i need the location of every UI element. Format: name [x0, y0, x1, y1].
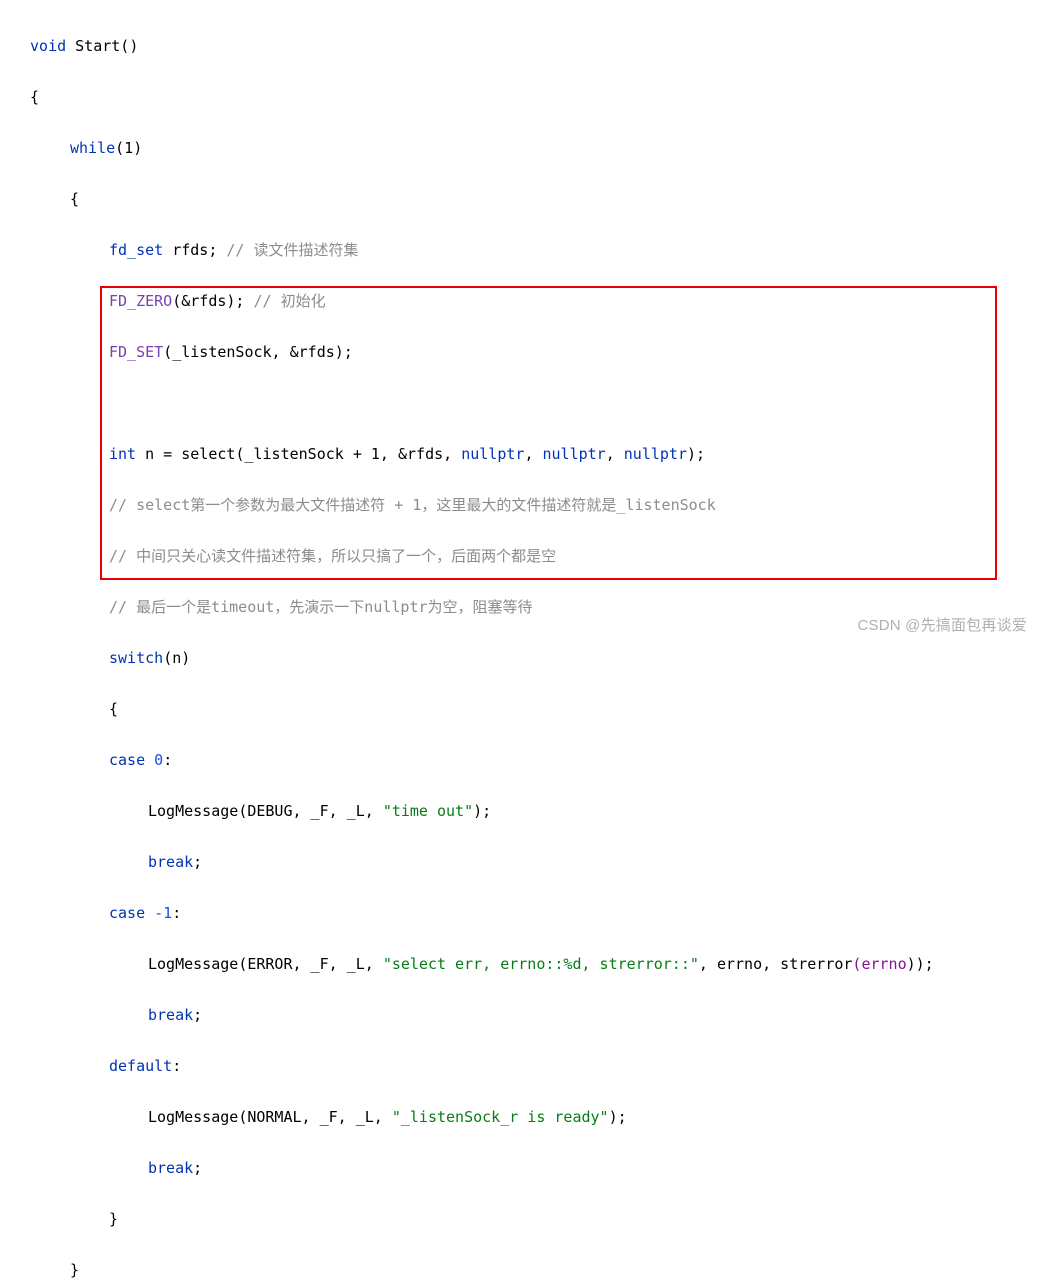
call-select: select	[181, 444, 236, 463]
code-line: }	[0, 1207, 1041, 1233]
comment-middle: // 中间只关心读文件描述符集，所以只搞了一个，后面两个都是空	[109, 546, 557, 565]
keyword-nullptr: nullptr	[461, 444, 525, 463]
keyword-break: break	[148, 852, 194, 871]
brace-open: {	[109, 699, 119, 718]
case-value-neg1: -1	[145, 903, 173, 922]
paren-close: ));	[906, 954, 934, 973]
code-line: int n = select(_listenSock + 1, &rfds, n…	[0, 442, 1041, 468]
log-error-args: (ERROR, _F, _L,	[238, 954, 383, 973]
brace-close: }	[109, 1209, 119, 1228]
code-line: case 0:	[0, 748, 1041, 774]
code-line: LogMessage(NORMAL, _F, _L, "_listenSock_…	[0, 1105, 1041, 1131]
colon: :	[172, 1056, 182, 1075]
keyword-nullptr: nullptr	[542, 444, 606, 463]
keyword-switch: switch	[109, 648, 164, 667]
paren-close: );	[473, 801, 492, 820]
code-line: LogMessage(ERROR, _F, _L, "select err, e…	[0, 952, 1041, 978]
keyword-case: case	[109, 903, 146, 922]
call-log-message: LogMessage	[148, 801, 239, 820]
errno-arg: , errno,	[698, 954, 781, 973]
rfds-declaration: rfds;	[163, 240, 227, 259]
string-time-out: "time out"	[382, 801, 474, 820]
colon: :	[172, 903, 182, 922]
code-line: // 中间只关心读文件描述符集，所以只搞了一个，后面两个都是空	[0, 544, 1041, 570]
code-line: switch(n)	[0, 646, 1041, 672]
strerror-arg: (errno	[852, 954, 907, 973]
keyword-void: void	[30, 36, 67, 55]
code-line: LogMessage(DEBUG, _F, _L, "time out");	[0, 799, 1041, 825]
macro-fd-zero: FD_ZERO	[109, 291, 173, 310]
arg-separator: ,	[605, 444, 624, 463]
brace-close: }	[70, 1260, 80, 1279]
log-debug-args: (DEBUG, _F, _L,	[238, 801, 383, 820]
code-line: fd_set rfds; // 读文件描述符集	[0, 238, 1041, 264]
case-value-0: 0	[145, 750, 164, 769]
watermark-text: CSDN @先搞面包再谈爱	[857, 617, 1027, 634]
type-fd-set: fd_set	[109, 240, 164, 259]
n-assignment: n =	[136, 444, 182, 463]
code-line: FD_ZERO(&rfds); // 初始化	[0, 289, 1041, 315]
comment-timeout: // 最后一个是timeout，先演示一下nullptr为空，阻塞等待	[109, 597, 533, 616]
call-log-message: LogMessage	[148, 954, 239, 973]
code-line: // select第一个参数为最大文件描述符 + 1，这里最大的文件描述符就是_…	[0, 493, 1041, 519]
code-line: break;	[0, 1003, 1041, 1029]
code-line: {	[0, 187, 1041, 213]
switch-args: (n)	[163, 648, 191, 667]
select-args-tail: );	[687, 444, 706, 463]
code-line: {	[0, 697, 1041, 723]
keyword-break: break	[148, 1158, 194, 1177]
code-line: default:	[0, 1054, 1041, 1080]
comment-first-param: // select第一个参数为最大文件描述符 + 1，这里最大的文件描述符就是_…	[109, 495, 716, 514]
code-line: void Start()	[0, 34, 1041, 60]
paren-close: );	[608, 1107, 627, 1126]
keyword-nullptr: nullptr	[623, 444, 687, 463]
log-normal-args: (NORMAL, _F, _L,	[238, 1107, 392, 1126]
code-line: FD_SET(_listenSock, &rfds);	[0, 340, 1041, 366]
comment-init: // 初始化	[253, 291, 326, 310]
fd-set-args: (_listenSock, &rfds);	[163, 342, 353, 361]
colon: :	[163, 750, 173, 769]
keyword-while: while	[70, 138, 116, 157]
code-line: case -1:	[0, 901, 1041, 927]
keyword-default: default	[109, 1056, 173, 1075]
select-args-head: (_listenSock + 1, &rfds,	[235, 444, 462, 463]
string-listen-ready: "_listenSock_r is ready"	[391, 1107, 609, 1126]
function-name-start: Start()	[75, 36, 139, 55]
code-line: break;	[0, 1156, 1041, 1182]
while-args: (1)	[115, 138, 143, 157]
code-line: }	[0, 1258, 1041, 1284]
code-snippet: void Start() { while(1) { fd_set rfds; /…	[0, 0, 1041, 1279]
keyword-break: break	[148, 1005, 194, 1024]
keyword-case: case	[109, 750, 146, 769]
semicolon: ;	[193, 1005, 203, 1024]
code-line: break;	[0, 850, 1041, 876]
arg-separator: ,	[524, 444, 543, 463]
keyword-int: int	[109, 444, 137, 463]
semicolon: ;	[193, 1158, 203, 1177]
brace-open: {	[30, 87, 40, 106]
call-log-message: LogMessage	[148, 1107, 239, 1126]
brace-open: {	[70, 189, 80, 208]
macro-fd-set: FD_SET	[109, 342, 164, 361]
semicolon: ;	[193, 852, 203, 871]
code-line: while(1)	[0, 136, 1041, 162]
code-line: {	[0, 85, 1041, 111]
string-select-err: "select err, errno::%d, strerror::"	[382, 954, 699, 973]
comment-read-set: // 读文件描述符集	[226, 240, 359, 259]
fd-zero-args: (&rfds);	[172, 291, 254, 310]
call-strerror: strerror	[780, 954, 853, 973]
